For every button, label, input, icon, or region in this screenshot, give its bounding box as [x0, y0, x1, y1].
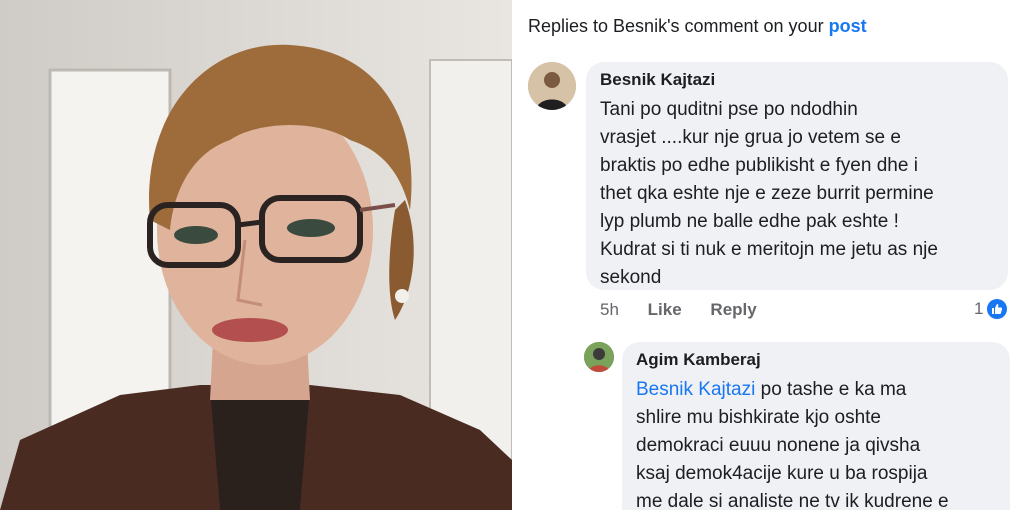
news-photo [0, 0, 512, 510]
comment-line: thet qka eshte nje e zeze burrit permine [600, 183, 934, 204]
reply-author[interactable]: Agim Kamberaj [636, 350, 761, 370]
reply-line: ksaj demok4acije kure u ba rospija [636, 463, 928, 484]
comment-timestamp[interactable]: 5h [600, 300, 619, 319]
reply-line: Besnik Kajtazi po tashe e ka ma [636, 376, 996, 404]
woman-portrait-image [0, 0, 512, 510]
reply-bubble: Agim Kamberaj Besnik Kajtazi po tashe e … [622, 342, 1010, 510]
thread-header: Replies to Besnik's comment on your post [528, 16, 867, 37]
comment-line: Kudrat si ti nuk e meritojn me jetu as n… [600, 239, 938, 260]
comment-bubble: Besnik Kajtazi Tani po quditni pse po nd… [586, 62, 1008, 290]
comment-line: vrasjet ....kur nje grua jo vetem se e [600, 127, 901, 148]
like-reaction-icon [987, 299, 1008, 319]
reply-line: shlire mu bishkirate kjo oshte [636, 407, 881, 428]
comment-actions: 5h Like Reply [600, 300, 781, 320]
comment-text: Tani po quditni pse po ndodhin vrasjet .… [600, 96, 960, 292]
reply-line-rest: po tashe e ka ma [755, 379, 907, 400]
reply-line: demokraci euuu nonene ja qivsha [636, 435, 921, 456]
post-link[interactable]: post [829, 16, 867, 36]
comment-line: braktis po edhe publikisht e fyen dhe i [600, 155, 918, 176]
comment-author[interactable]: Besnik Kajtazi [600, 70, 715, 90]
comment-line: Tani po quditni pse po ndodhin [600, 99, 858, 120]
comment-thread-panel: Replies to Besnik's comment on your post… [512, 0, 1024, 510]
header-text: Replies to Besnik's comment on your [528, 16, 824, 36]
reply-line: me dale si analiste ne tv ik kudrene e [636, 491, 949, 510]
reply-button[interactable]: Reply [710, 300, 756, 319]
reply-text: Besnik Kajtazi po tashe e ka ma shlire m… [636, 376, 996, 510]
reaction-summary[interactable]: 1 [974, 299, 1008, 319]
comment-line: lyp plumb ne balle edhe pak eshte ! [600, 211, 899, 232]
comment-line: sekond [600, 267, 662, 288]
avatar-icon [528, 62, 576, 110]
like-button[interactable]: Like [648, 300, 682, 319]
mention-link[interactable]: Besnik Kajtazi [636, 379, 755, 400]
replier-avatar[interactable] [584, 342, 614, 372]
avatar-icon [584, 342, 614, 372]
reaction-count: 1 [974, 299, 984, 318]
commenter-avatar[interactable] [528, 62, 576, 110]
